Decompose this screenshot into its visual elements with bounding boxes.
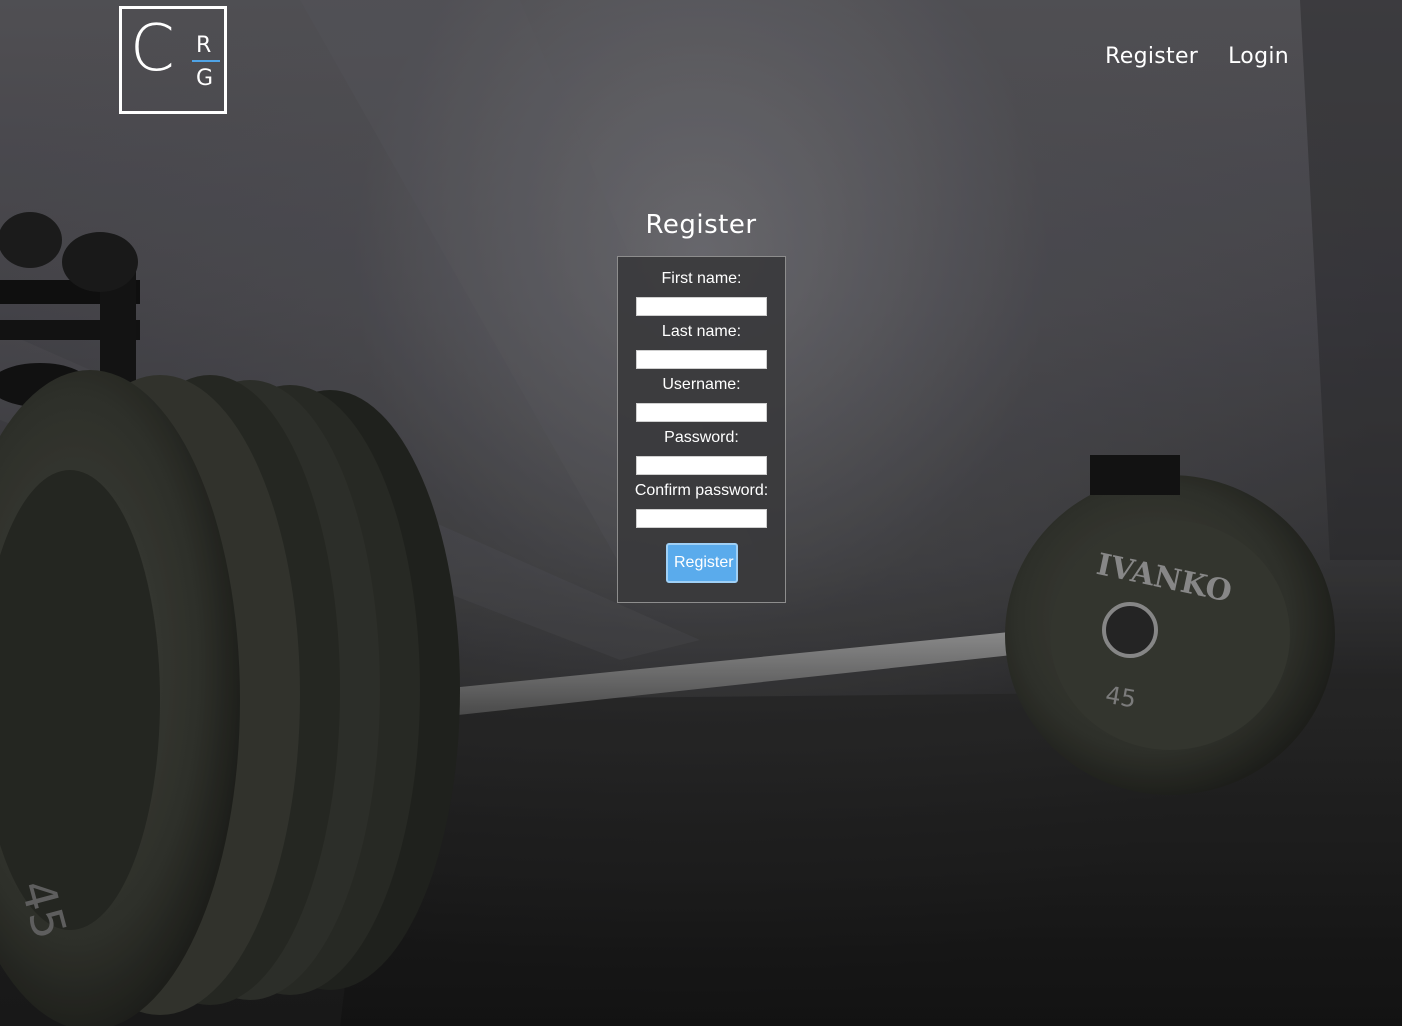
register-submit-button[interactable]: Register xyxy=(666,543,738,583)
last-name-label: Last name: xyxy=(661,323,742,340)
username-group: Username: xyxy=(618,376,785,422)
password-group: Password: xyxy=(618,429,785,475)
logo-letter-c: C xyxy=(130,12,175,86)
confirm-password-input[interactable] xyxy=(636,509,767,528)
nav-login-link[interactable]: Login xyxy=(1228,44,1289,69)
site-logo[interactable]: C R G xyxy=(119,6,227,114)
password-label: Password: xyxy=(664,429,739,446)
first-name-input[interactable] xyxy=(636,297,767,316)
register-page: IVANKO 45 45 C R G Register Login Regist… xyxy=(0,0,1402,1026)
logo-letter-r: R xyxy=(196,33,212,58)
first-name-group: First name: xyxy=(618,270,785,316)
logo-accent-bar xyxy=(192,60,220,62)
confirm-password-label: Confirm password: xyxy=(634,482,769,499)
username-input[interactable] xyxy=(636,403,767,422)
confirm-password-group: Confirm password: xyxy=(618,482,785,528)
page-title: Register xyxy=(645,210,757,240)
nav-register-link[interactable]: Register xyxy=(1105,44,1198,69)
password-input[interactable] xyxy=(636,456,767,475)
first-name-label: First name: xyxy=(661,270,742,287)
username-label: Username: xyxy=(662,376,741,393)
logo-letter-g: G xyxy=(196,66,214,91)
last-name-input[interactable] xyxy=(636,350,767,369)
register-form: First name: Last name: Username: Passwor… xyxy=(617,256,786,603)
last-name-group: Last name: xyxy=(618,323,785,369)
top-nav: Register Login xyxy=(1105,44,1289,69)
